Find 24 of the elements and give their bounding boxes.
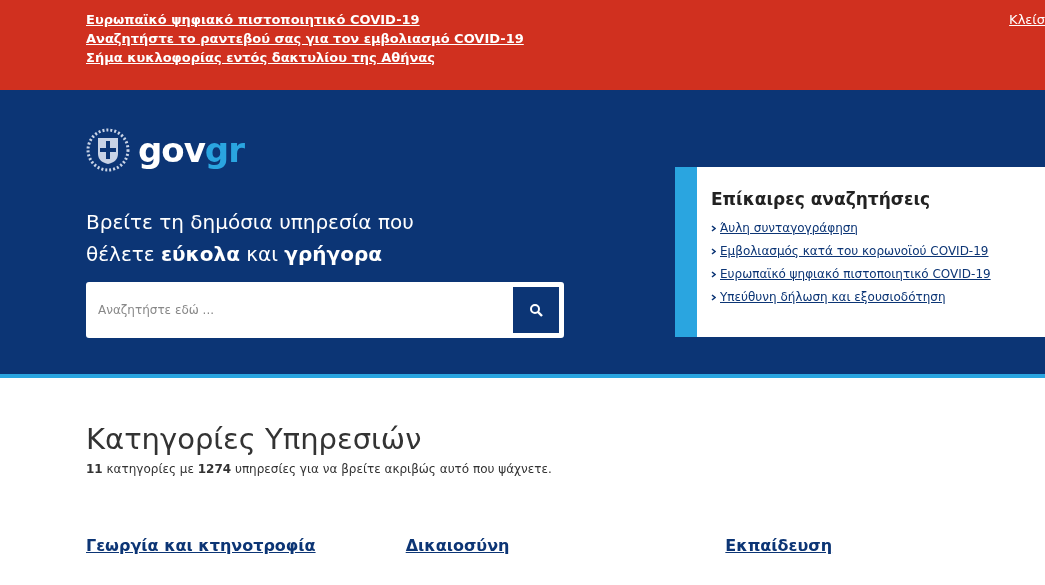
alert-link[interactable]: Ευρωπαϊκό ψηφιακό πιστοποιητικό COVID-19 [86,12,524,27]
search-link[interactable]: Υπεύθυνη δήλωση και εξουσιοδότηση [720,290,946,304]
search-icon [529,303,543,317]
alert-link[interactable]: Σήμα κυκλοφορίας εντός δακτυλίου της Αθήνας [86,50,524,65]
category-link[interactable]: Εκπαίδευση [725,536,1045,555]
chevron-icon [711,270,716,278]
search-field[interactable]: Αναζητήστε εδώ ... [86,282,508,338]
panel-title: Επίκαιρες αναζητήσεις [711,189,932,209]
category-link[interactable]: Γεωργία και κτηνοτροφία [86,536,406,555]
logo-text[interactable]: govgr [138,130,244,170]
search-button[interactable] [508,282,564,338]
category-link[interactable]: Δικαιοσύνη [405,536,726,555]
close-link[interactable]: Κλείσ [1009,12,1045,90]
chevron-icon [711,224,716,232]
section-subtitle: 11 κατηγορίες με 1274 υπηρεσίες για να βρείτε ακριβώς αυτό που ψάχνετε. [86,462,553,476]
search-link[interactable]: Εμβολιασμός κατά του κορωνοϊού COVID-19 [720,244,989,258]
search-link[interactable]: Ευρωπαϊκό ψηφιακό πιστοποιητικό COVID-19 [720,267,991,281]
section-title: Κατηγορίες Υπηρεσιών [86,422,423,456]
emblem-icon [86,128,130,172]
headline: Βρείτε τη δημόσια υπηρεσία που θέλετε εύκολα και γρήγορα [86,209,415,268]
chevron-icon [711,293,716,301]
chevron-icon [711,247,716,255]
alert-link[interactable]: Αναζητήστε το ραντεβού σας για τον εμβολιασμό COVID-19 [86,31,524,46]
search-link[interactable]: Άυλη συνταγογράφηση [720,221,858,235]
